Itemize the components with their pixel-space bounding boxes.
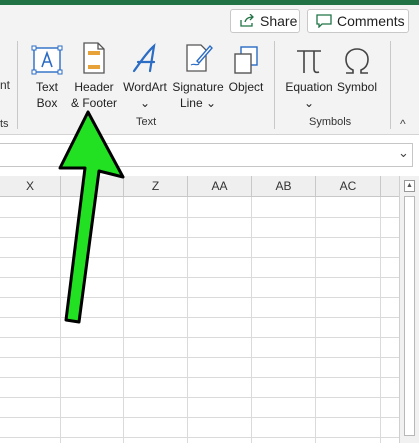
- grid-line: [60, 197, 61, 443]
- text-box-icon: [28, 41, 66, 75]
- grid-line: [0, 417, 399, 418]
- text-box-label-line2: Box: [36, 96, 58, 110]
- signature-line-label-line1: Signature: [172, 80, 224, 94]
- formula-input[interactable]: [0, 143, 413, 167]
- wordart-label: WordArt: [123, 80, 167, 94]
- expand-formula-bar-icon[interactable]: ⌄: [398, 145, 409, 161]
- wordart-button[interactable]: WordArt ⌄: [120, 41, 170, 111]
- grid-line: [0, 317, 399, 318]
- header-footer-button[interactable]: Header & Footer: [66, 41, 122, 111]
- text-box-label-line1: Text: [35, 80, 58, 94]
- omega-icon: [335, 41, 379, 75]
- wordart-icon: [120, 41, 170, 75]
- column-header-z[interactable]: Z: [124, 176, 188, 197]
- object-icon: [226, 41, 266, 75]
- pi-icon: [283, 41, 335, 75]
- group-separator: [390, 41, 391, 129]
- scroll-thumb[interactable]: [404, 196, 415, 436]
- grid-line: [123, 197, 124, 443]
- grid-line: [0, 237, 399, 238]
- grid-line: [0, 377, 399, 378]
- share-icon: [239, 14, 255, 28]
- signature-line-icon: [170, 41, 226, 75]
- equation-label: Equation: [285, 80, 333, 94]
- header-footer-label-line2: & Footer: [70, 96, 118, 110]
- partial-group-label: ts: [0, 118, 9, 130]
- ribbon: Share Comments nt ts Text Box Header & F…: [0, 5, 419, 135]
- group-separator: [274, 41, 275, 129]
- grid-line: [0, 357, 399, 358]
- grid-line: [315, 197, 316, 443]
- grid-line: [0, 277, 399, 278]
- column-header-ac[interactable]: AC: [316, 176, 381, 197]
- vertical-scrollbar[interactable]: ▲: [399, 176, 419, 443]
- grid-line: [0, 297, 399, 298]
- grid-line: [0, 217, 399, 218]
- symbol-button[interactable]: Symbol: [335, 41, 379, 95]
- column-header-partial[interactable]: [381, 176, 399, 197]
- partial-tool-label: nt: [0, 78, 11, 92]
- comment-icon: [316, 14, 332, 28]
- signature-line-button[interactable]: Signature Line ⌄: [170, 41, 226, 111]
- column-header-aa[interactable]: AA: [188, 176, 252, 197]
- grid-line: [187, 197, 188, 443]
- object-label: Object: [228, 80, 264, 94]
- text-group-label: Text: [136, 116, 157, 128]
- grid-line: [0, 437, 399, 438]
- header-footer-icon: [66, 41, 122, 75]
- share-button[interactable]: Share: [230, 9, 300, 33]
- equation-button[interactable]: Equation ⌄: [283, 41, 335, 111]
- comments-label: Comments: [337, 13, 405, 29]
- collapse-ribbon-icon[interactable]: ^: [400, 117, 406, 131]
- scroll-up-button[interactable]: ▲: [404, 180, 415, 192]
- signature-line-label-line2: Line ⌄: [179, 96, 217, 110]
- comments-button[interactable]: Comments: [307, 9, 409, 33]
- formula-bar: ⌄: [0, 139, 419, 171]
- share-label: Share: [260, 13, 298, 29]
- equation-dropdown-icon: ⌄: [303, 96, 315, 110]
- grid-line: [251, 197, 252, 443]
- header-footer-label-line1: Header: [74, 80, 114, 94]
- text-box-button[interactable]: Text Box: [28, 41, 66, 111]
- column-header-y[interactable]: Y: [61, 176, 124, 197]
- grid-line: [0, 257, 399, 258]
- grid-line: [380, 197, 381, 443]
- group-separator: [17, 41, 18, 129]
- object-button[interactable]: Object: [226, 41, 266, 95]
- grid-line: [0, 337, 399, 338]
- column-header-x[interactable]: X: [0, 176, 61, 197]
- symbol-label: Symbol: [336, 80, 377, 94]
- column-header-ab[interactable]: AB: [252, 176, 316, 197]
- symbols-group-label: Symbols: [309, 116, 352, 128]
- wordart-dropdown-icon: ⌄: [139, 96, 151, 110]
- worksheet-grid[interactable]: X Y Z AA AB AC: [0, 176, 399, 443]
- grid-line: [0, 397, 399, 398]
